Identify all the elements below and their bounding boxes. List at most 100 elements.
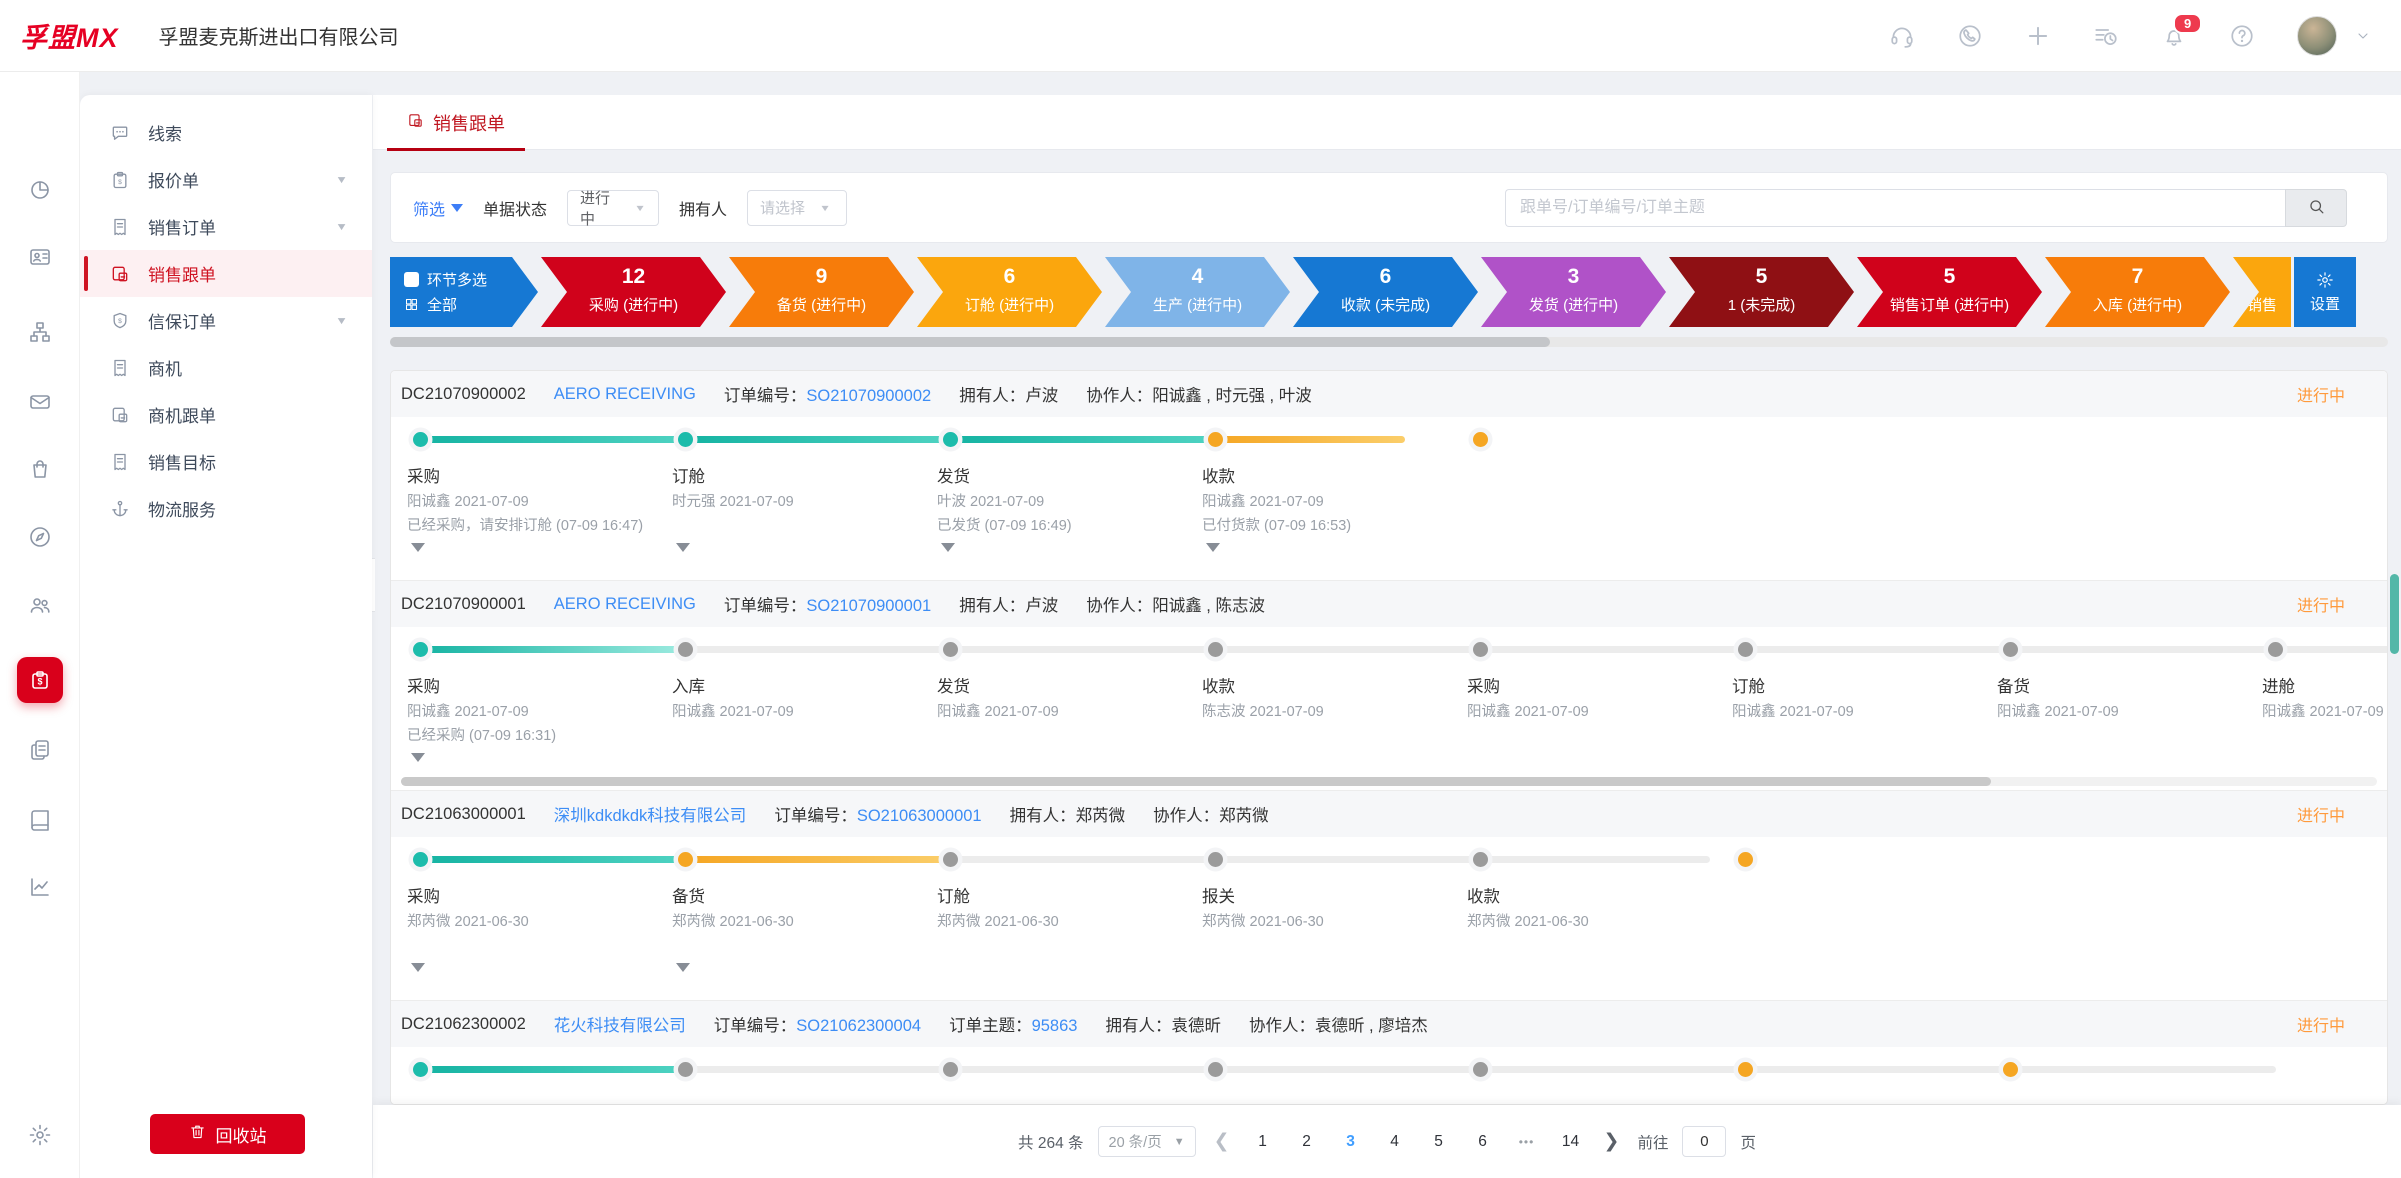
expand-caret[interactable] <box>411 753 425 762</box>
timeline-dot[interactable] <box>1208 642 1223 657</box>
sidebar-item-4[interactable]: $信保订单 ▼ <box>80 297 372 344</box>
expand-caret[interactable] <box>941 543 955 552</box>
sidebar-item-0[interactable]: 线索 <box>80 109 372 156</box>
search-input[interactable] <box>1505 189 2285 227</box>
sidebar-item-3[interactable]: 销售跟单 <box>80 250 372 297</box>
timeline-dot[interactable] <box>1208 1062 1223 1077</box>
goto-page-input[interactable] <box>1682 1126 1726 1157</box>
checkbox-icon[interactable] <box>404 272 419 287</box>
customer-link[interactable]: 花火科技有限公司 <box>554 1012 686 1036</box>
timeline-dot[interactable] <box>1738 1062 1753 1077</box>
rail-item-mail-icon[interactable] <box>17 379 63 425</box>
order-no-link[interactable]: SO21062300004 <box>796 1017 921 1035</box>
search-button[interactable] <box>2285 189 2347 227</box>
timeline-dot[interactable] <box>943 1062 958 1077</box>
page-number-14[interactable]: 14 <box>1556 1127 1586 1157</box>
more-pages-ellipsis[interactable]: ••• <box>1512 1127 1542 1157</box>
gear-icon[interactable] <box>17 1112 63 1158</box>
timeline-dot[interactable] <box>1208 852 1223 867</box>
order-no-link[interactable]: SO21063000001 <box>857 807 982 825</box>
page-number-1[interactable]: 1 <box>1248 1127 1278 1157</box>
pipeline-stage-6[interactable]: 5 1 (未完成) <box>1669 257 1854 327</box>
chevron-down-icon[interactable] <box>2355 28 2371 44</box>
timeline-dot[interactable] <box>413 852 428 867</box>
order-no-link[interactable]: SO21070900002 <box>806 387 931 405</box>
order-no-link[interactable]: SO21070900001 <box>806 597 931 615</box>
page-number-3[interactable]: 3 <box>1336 1127 1366 1157</box>
timeline-dot[interactable] <box>678 642 693 657</box>
timeline-dot[interactable] <box>943 852 958 867</box>
expand-caret[interactable] <box>1206 543 1220 552</box>
pipeline-stage-3[interactable]: 4 生产 (进行中) <box>1105 257 1290 327</box>
phone-icon[interactable] <box>1957 23 1983 49</box>
bell-icon[interactable]: 9 <box>2161 23 2187 49</box>
pipeline-scrollbar-thumb[interactable] <box>390 337 1550 347</box>
customer-link[interactable]: AERO RECEIVING <box>554 385 696 404</box>
timeline-dot[interactable] <box>1738 642 1753 657</box>
headset-icon[interactable] <box>1889 23 1915 49</box>
rail-item-book-icon[interactable] <box>17 797 63 843</box>
pipeline-settings-button[interactable]: 设置 <box>2294 257 2356 327</box>
page-number-5[interactable]: 5 <box>1424 1127 1454 1157</box>
history-icon[interactable] <box>2093 23 2119 49</box>
sidebar-item-1[interactable]: $报价单 ▼ <box>80 156 372 203</box>
pipeline-stage-0[interactable]: 12 采购 (进行中) <box>541 257 726 327</box>
rail-item-compass-icon[interactable] <box>17 514 63 560</box>
page-size-select[interactable]: 20 条/页▼ <box>1098 1126 1196 1157</box>
rail-item-id-card-icon[interactable] <box>17 234 63 280</box>
timeline-dot[interactable] <box>413 1062 428 1077</box>
timeline-dot[interactable] <box>1473 432 1488 447</box>
status-select[interactable]: 进行中 ▼ <box>567 190 659 226</box>
expand-caret[interactable] <box>676 963 690 972</box>
customer-link[interactable]: AERO RECEIVING <box>554 595 696 614</box>
timeline-dot[interactable] <box>1473 1062 1488 1077</box>
timeline-dot[interactable] <box>1738 852 1753 867</box>
timeline-dot[interactable] <box>678 432 693 447</box>
user-avatar[interactable] <box>2297 16 2337 56</box>
sidebar-item-8[interactable]: 物流服务 <box>80 485 372 532</box>
owner-select[interactable]: 请选择 ▼ <box>747 190 847 226</box>
timeline-dot[interactable] <box>943 432 958 447</box>
pipeline-stage-8[interactable]: 7 入库 (进行中) <box>2045 257 2230 327</box>
pipeline-stage-4[interactable]: 6 收款 (未完成) <box>1293 257 1478 327</box>
customer-link[interactable]: 深圳kdkdkdk科技有限公司 <box>554 802 747 826</box>
pipeline-stage-5[interactable]: 3 发货 (进行中) <box>1481 257 1666 327</box>
timeline-dot[interactable] <box>678 852 693 867</box>
prev-page-button[interactable]: ❮ <box>1210 1130 1234 1153</box>
timeline-dot[interactable] <box>1473 852 1488 867</box>
rail-item-documents-icon[interactable] <box>17 727 63 773</box>
tab-sales-tracking[interactable]: 销售跟单 <box>397 95 515 150</box>
rail-item-shopping-bag-icon[interactable] <box>17 446 63 492</box>
sidebar-item-6[interactable]: 商机跟单 <box>80 391 372 438</box>
timeline-dot[interactable] <box>413 432 428 447</box>
expand-caret[interactable] <box>411 543 425 552</box>
timeline-dot[interactable] <box>1208 432 1223 447</box>
sidebar-item-7[interactable]: 销售目标 <box>80 438 372 485</box>
next-page-button[interactable]: ❯ <box>1600 1130 1624 1153</box>
sidebar-item-5[interactable]: 商机 <box>80 344 372 391</box>
pipeline-multi-select-block[interactable]: 环节多选 全部 <box>390 257 538 327</box>
rail-item-team-icon[interactable] <box>17 582 63 628</box>
rail-item-chart-icon[interactable] <box>17 864 63 910</box>
timeline-dot[interactable] <box>2003 642 2018 657</box>
pipeline-scrollbar[interactable] <box>390 337 2388 347</box>
filter-toggle[interactable]: 筛选 <box>413 196 463 220</box>
page-number-6[interactable]: 6 <box>1468 1127 1498 1157</box>
help-icon[interactable] <box>2229 23 2255 49</box>
sidebar-item-2[interactable]: 销售订单 ▼ <box>80 203 372 250</box>
timeline-dot[interactable] <box>413 642 428 657</box>
expand-caret[interactable] <box>676 543 690 552</box>
page-number-2[interactable]: 2 <box>1292 1127 1322 1157</box>
rail-item-sales-briefcase-icon[interactable]: $ <box>17 657 63 703</box>
rail-item-pie-chart-icon[interactable] <box>17 167 63 213</box>
timeline-dot[interactable] <box>943 642 958 657</box>
pipeline-stage-7[interactable]: 5 销售订单 (进行中) <box>1857 257 2042 327</box>
recycle-bin-button[interactable]: 回收站 <box>150 1114 305 1154</box>
pipeline-stage-partial[interactable]: 销售 <box>2233 257 2291 327</box>
pipeline-stage-2[interactable]: 6 订舱 (进行中) <box>917 257 1102 327</box>
timeline-dot[interactable] <box>2003 1062 2018 1077</box>
rail-item-org-tree-icon[interactable] <box>17 309 63 355</box>
plus-icon[interactable] <box>2025 23 2051 49</box>
order-scrollbar[interactable] <box>401 777 2377 786</box>
page-number-4[interactable]: 4 <box>1380 1127 1410 1157</box>
